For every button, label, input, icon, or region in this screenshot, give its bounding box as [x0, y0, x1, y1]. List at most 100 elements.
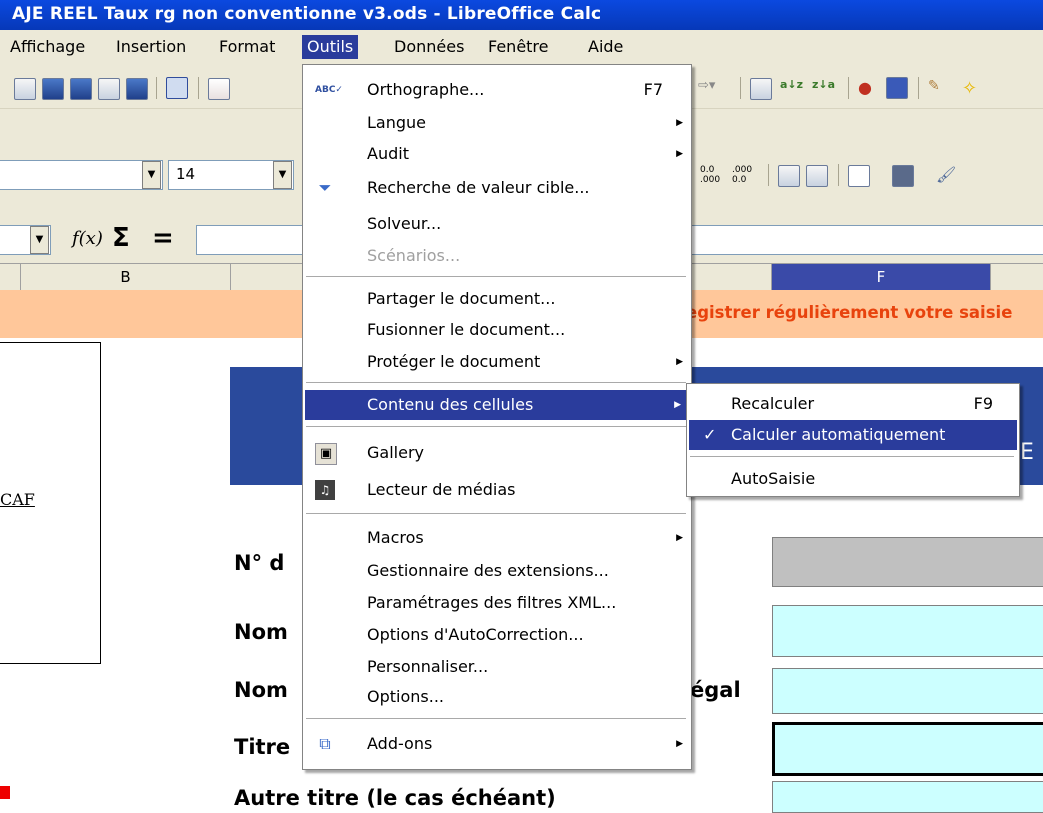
menu-item-personnaliser[interactable]: Personnaliser...	[303, 652, 691, 682]
menu-item-label: Solveur...	[367, 214, 442, 233]
font-name-combo[interactable]: ▼	[0, 160, 163, 190]
sort-descending-icon[interactable]: z↓a	[812, 78, 835, 98]
function-icon[interactable]: =	[152, 223, 174, 253]
sort-ascending-icon[interactable]: a↓z	[780, 78, 803, 98]
caf-link[interactable]: CAF	[0, 490, 35, 509]
draw-functions-icon[interactable]: ●	[858, 78, 878, 98]
submenu-item-calculer-automatiquement[interactable]: ✓ Calculer automatiquement	[689, 420, 1017, 450]
menu-item-options[interactable]: Options...	[303, 682, 691, 712]
menu-separator	[306, 718, 686, 719]
menu-item-lecteur-medias[interactable]: ♫ Lecteur de médias	[303, 475, 691, 505]
menu-item-langue[interactable]: Langue ▶	[303, 108, 691, 138]
menu-item-label: Gestionnaire des extensions...	[367, 561, 609, 580]
red-marker	[0, 786, 10, 799]
toolbar-separator	[768, 164, 769, 186]
add-decimal-icon[interactable]: 0.0.000	[700, 165, 720, 185]
open-icon[interactable]	[14, 78, 36, 100]
row-label-titre: Titre	[234, 735, 291, 759]
save-reminder-text: egistrer régulièrement votre saisie	[686, 303, 1013, 322]
insert-chart-icon[interactable]	[750, 78, 772, 100]
submenu-item-autosaisie[interactable]: AutoSaisie	[687, 464, 1019, 494]
export-pdf-icon[interactable]	[208, 78, 230, 100]
outils-menu: ABC✓ Orthographe... F7 Langue ▶ Audit ▶ …	[302, 64, 692, 770]
help-agent-icon[interactable]: ✎	[928, 78, 948, 98]
menu-item-label: Fusionner le document...	[367, 320, 566, 339]
menu-item-solveur[interactable]: Solveur...	[303, 209, 691, 239]
menu-donnees[interactable]: Données	[389, 35, 469, 59]
menu-item-orthographe[interactable]: ABC✓ Orthographe... F7	[303, 75, 691, 105]
font-size-value: 14	[176, 165, 196, 183]
column-header-g[interactable]	[991, 264, 1043, 290]
menu-item-macros[interactable]: Macros ▶	[303, 523, 691, 553]
menu-separator	[690, 456, 1014, 457]
menu-item-gestionnaire-extensions[interactable]: Gestionnaire des extensions...	[303, 556, 691, 586]
submenu-arrow-icon: ▶	[676, 118, 683, 128]
menu-item-label: Partager le document...	[367, 289, 556, 308]
save-as-icon[interactable]	[70, 78, 92, 100]
contenu-cellules-submenu: Recalculer F9 ✓ Calculer automatiquement…	[686, 383, 1020, 497]
increase-indent-icon[interactable]	[806, 165, 828, 187]
chevron-down-icon[interactable]: ▼	[142, 161, 161, 189]
toolbar-separator	[198, 77, 199, 99]
submenu-item-recalculer[interactable]: Recalculer F9	[687, 389, 1019, 419]
edit-mode-icon[interactable]	[166, 77, 188, 99]
menu-item-audit[interactable]: Audit ▶	[303, 139, 691, 169]
menu-item-label: Gallery	[367, 443, 424, 462]
menu-item-label: Protéger le document	[367, 352, 541, 371]
menu-bar: Affichage Insertion Format Outils Donnée…	[0, 30, 1043, 64]
export-icon[interactable]	[126, 78, 148, 100]
input-field-titre[interactable]	[772, 722, 1043, 776]
email-icon[interactable]	[98, 78, 120, 100]
menu-item-autocorrection[interactable]: Options d'AutoCorrection...	[303, 620, 691, 650]
column-header-b[interactable]: B	[21, 264, 231, 290]
toolbar-separator	[156, 77, 157, 99]
function-wizard-icon[interactable]: f(x)	[72, 228, 103, 249]
submenu-arrow-icon: ▶	[676, 149, 683, 159]
shortcut-label: F9	[973, 394, 993, 413]
font-size-combo[interactable]: 14 ▼	[168, 160, 294, 190]
menu-item-contenu-cellules[interactable]: Contenu des cellules ▶	[305, 390, 689, 420]
column-header-a[interactable]	[0, 264, 21, 290]
addons-icon: ⧉	[319, 734, 331, 753]
input-field-numero[interactable]	[772, 537, 1043, 587]
delete-decimal-icon[interactable]: .000 0.0	[732, 165, 752, 185]
menu-item-addons[interactable]: ⧉ Add-ons ▶	[303, 729, 691, 759]
menu-item-filtres-xml[interactable]: Paramétrages des filtres XML...	[303, 588, 691, 618]
star-icon[interactable]: ✧	[962, 78, 982, 99]
menu-affichage[interactable]: Affichage	[5, 35, 90, 59]
line-style-icon[interactable]	[892, 165, 914, 187]
input-field-autre-titre[interactable]	[772, 781, 1043, 813]
goal-seek-icon: ⏷	[318, 178, 332, 197]
menu-item-recherche-valeur-cible[interactable]: ⏷ Recherche de valeur cible...	[303, 173, 691, 203]
name-box[interactable]: ▼	[0, 225, 51, 255]
toolbar-separator	[848, 77, 849, 99]
menu-item-proteger[interactable]: Protéger le document ▶	[303, 347, 691, 377]
chevron-down-icon[interactable]: ▼	[30, 226, 49, 254]
input-field-nom[interactable]	[772, 605, 1043, 657]
title-bar: AJE REEL Taux rg non conventionne v3.ods…	[0, 0, 1043, 30]
menu-format[interactable]: Format	[214, 35, 280, 59]
menu-item-partager[interactable]: Partager le document...	[303, 284, 691, 314]
borders-icon[interactable]	[848, 165, 870, 187]
column-header-f[interactable]: F	[772, 264, 991, 290]
menu-insertion[interactable]: Insertion	[111, 35, 191, 59]
menu-item-gallery[interactable]: ▣ Gallery	[303, 438, 691, 468]
chevron-down-icon[interactable]: ▼	[273, 161, 292, 189]
menu-item-fusionner[interactable]: Fusionner le document...	[303, 315, 691, 345]
redo-icon[interactable]: ⇨▾	[698, 78, 718, 98]
menu-aide[interactable]: Aide	[583, 35, 628, 59]
sum-icon[interactable]: Σ	[112, 223, 130, 253]
menu-outils[interactable]: Outils	[302, 35, 359, 59]
input-field-nom-legal[interactable]	[772, 668, 1043, 714]
menu-separator	[306, 426, 686, 427]
decrease-indent-icon[interactable]	[778, 165, 800, 187]
menu-item-label: Paramétrages des filtres XML...	[367, 593, 617, 612]
submenu-arrow-icon: ▶	[676, 533, 683, 543]
menu-fenetre[interactable]: Fenêtre	[483, 35, 554, 59]
menu-item-label: Lecteur de médias	[367, 480, 516, 499]
submenu-arrow-icon: ▶	[674, 400, 681, 410]
save-icon[interactable]	[42, 78, 64, 100]
background-color-icon[interactable]: 🖌	[936, 165, 956, 185]
toolbar-separator	[918, 77, 919, 99]
navigator-icon[interactable]	[886, 77, 908, 99]
